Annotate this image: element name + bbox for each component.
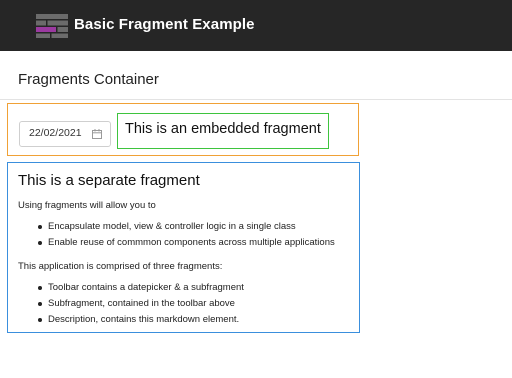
subfragment-text: This is an embedded fragment xyxy=(125,121,321,137)
app-bar: Basic Fragment Example xyxy=(0,0,512,51)
benefits-list: Encapsulate model, view & controller log… xyxy=(8,219,335,251)
description-title: This is a separate fragment xyxy=(18,172,200,189)
list-item: Subfragment, contained in the toolbar ab… xyxy=(8,296,244,312)
fragment-logo-icon xyxy=(36,14,68,38)
toolbar-fragment: 22/02/2021 This is an embedded fragment xyxy=(7,103,359,156)
description-intro: Using fragments will allow you to xyxy=(18,200,156,211)
divider xyxy=(0,99,512,100)
calendar-icon[interactable] xyxy=(92,129,102,139)
list-item: Enable reuse of commmon components acros… xyxy=(8,235,335,251)
app-title: Basic Fragment Example xyxy=(74,16,255,33)
description-comprised: This application is comprised of three f… xyxy=(18,261,223,272)
date-picker[interactable]: 22/02/2021 xyxy=(19,121,111,147)
list-item: Toolbar contains a datepicker & a subfra… xyxy=(8,280,244,296)
page-title: Fragments Container xyxy=(18,71,159,88)
description-fragment: This is a separate fragment Using fragme… xyxy=(7,162,360,333)
date-value: 22/02/2021 xyxy=(29,127,82,139)
embedded-subfragment: This is an embedded fragment xyxy=(117,113,329,149)
fragments-list: Toolbar contains a datepicker & a subfra… xyxy=(8,280,244,328)
list-item: Description, contains this markdown elem… xyxy=(8,312,244,328)
list-item: Encapsulate model, view & controller log… xyxy=(8,219,335,235)
